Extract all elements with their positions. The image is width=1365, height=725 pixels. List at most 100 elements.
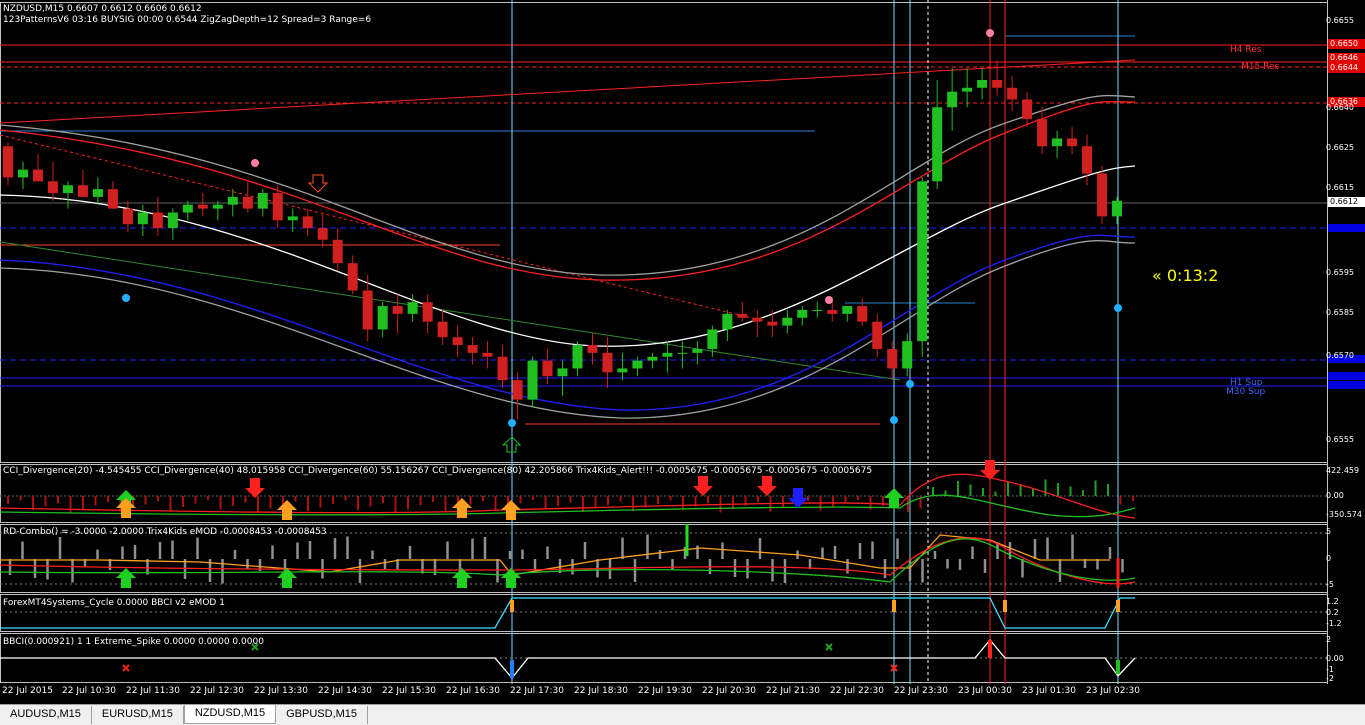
bbci-cross-icon (825, 643, 833, 651)
bear-candle (1022, 99, 1033, 119)
tab-nzdusd[interactable]: NZDUSD,M15 (183, 705, 277, 724)
time-tick: 22 Jul 15:30 (382, 686, 436, 696)
upper-band (0, 100, 1136, 281)
cci-up-arrow-icon (452, 498, 472, 518)
bear-candle (332, 239, 343, 264)
cci-up-arrow-icon (884, 488, 904, 508)
bear-candle (197, 204, 208, 209)
m30-sup-label: M30 Sup (1226, 387, 1266, 397)
cci-tick: 0.00 (1326, 491, 1344, 500)
tab-audusd[interactable]: AUDUSD,M15 (0, 706, 92, 724)
time-tick: 22 Jul 13:30 (254, 686, 308, 696)
support-tag-4 (1328, 381, 1365, 389)
trend-line-green (0, 241, 901, 381)
signal-dot (906, 380, 914, 388)
lower-band (0, 234, 1136, 411)
bear-candle (1097, 173, 1108, 217)
time-tick: 22 Jul 18:30 (574, 686, 628, 696)
bull-candle (557, 368, 568, 377)
bear-candle (1082, 146, 1093, 174)
bear-candle (887, 348, 898, 369)
price-tag-h4: 0.6650 (1328, 39, 1365, 49)
time-tick: 22 Jul 17:30 (510, 686, 564, 696)
price-tick: 0.6625 (1326, 143, 1354, 152)
tab-gbpusd[interactable]: GBPUSD,M15 (276, 706, 369, 724)
bear-candle (1007, 87, 1018, 100)
bull-candle (962, 87, 973, 92)
time-tick: 22 Jul 16:30 (446, 686, 500, 696)
bbci-spike (988, 640, 992, 658)
bull-candle (617, 368, 628, 373)
bull-candle (707, 329, 718, 349)
bear-candle (362, 290, 373, 330)
signal-dot (1114, 304, 1122, 312)
rd-tick: 0 (1326, 554, 1332, 563)
time-tick: 22 Jul 12:30 (190, 686, 244, 696)
time-tick: 22 Jul 2015 (2, 686, 53, 696)
bear-candle (317, 228, 328, 240)
support-tag-1 (1328, 224, 1365, 232)
rd-up-arrow-icon (116, 568, 136, 588)
cycle-tick: -1.2 (1326, 619, 1342, 628)
bull-candle (287, 216, 298, 221)
bull-candle (377, 306, 388, 330)
bbci-tick: 2 (1326, 635, 1332, 644)
bear-candle (497, 356, 508, 381)
bear-candle (152, 212, 163, 229)
cci-down-arrow-icon (757, 476, 777, 496)
bear-candle (302, 216, 313, 229)
bull-candle (212, 204, 223, 209)
price-tick: 0.6655 (1326, 16, 1354, 25)
bull-candle (977, 79, 988, 88)
bear-candle (827, 309, 838, 314)
price-tick: 0.6585 (1326, 308, 1354, 317)
bear-candle (242, 196, 253, 209)
bear-candle (752, 317, 763, 322)
price-tag-1: 0.6646 (1328, 53, 1365, 63)
bull-candle (167, 212, 178, 229)
bear-candle (32, 169, 43, 182)
bull-candle (62, 185, 73, 194)
bull-candle (797, 309, 808, 318)
signal-dot (825, 296, 833, 304)
rd-up-arrow-icon (501, 568, 521, 588)
current-price-tag: 0.6612 (1328, 197, 1365, 207)
signal-dot (508, 419, 516, 427)
bear-candle (587, 345, 598, 353)
bull-candle (647, 356, 658, 361)
bull-candle (527, 360, 538, 400)
cycle-marker (892, 600, 896, 612)
chart-tab-bar: AUDUSD,M15 EURUSD,M15 NZDUSD,M15 GBPUSD,… (0, 704, 1365, 725)
bear-candle (1037, 118, 1048, 147)
bull-candle (257, 193, 268, 209)
bull-candle (812, 309, 823, 311)
bbci-tick: 0.00 (1326, 654, 1344, 663)
cci-down-arrow-icon (693, 476, 713, 496)
bear-candle (857, 306, 868, 322)
cycle-panel-label: ForexMT4Systems_Cycle 0.0000 BBCI v2 eMO… (3, 598, 225, 608)
time-tick: 22 Jul 22:30 (830, 686, 884, 696)
bull-candle (902, 341, 913, 369)
bull-candle (182, 204, 193, 213)
chart-window[interactable]: NZDUSD,M15 0.6607 0.6612 0.6606 0.6612 1… (0, 0, 1365, 704)
bull-candle (692, 348, 703, 353)
bbci-tick: -2 (1326, 674, 1334, 683)
price-tag-m15: 0.6644 (1328, 63, 1365, 73)
rd-tick: 5 (1326, 527, 1332, 536)
bbci-cross-icon (122, 664, 130, 672)
time-tick: 22 Jul 21:30 (766, 686, 820, 696)
cci-panel-label: CCI_Divergence(20) -4.545455 CCI_Diverge… (3, 466, 873, 476)
middle-band (0, 165, 1136, 347)
cycle-marker (1003, 600, 1007, 612)
bull-candle (407, 302, 418, 314)
panel-frame (0, 2, 1328, 463)
bull-candle (92, 189, 103, 197)
bear-candle (482, 352, 493, 357)
signal-dot (890, 416, 898, 424)
h4-res-label: H4 Res (1230, 45, 1262, 55)
bear-candle (3, 146, 13, 178)
tab-eurusd[interactable]: EURUSD,M15 (92, 706, 184, 724)
signal-dot (122, 294, 130, 302)
cycle-tick: 1.2 (1326, 597, 1339, 606)
time-tick: 22 Jul 14:30 (318, 686, 372, 696)
